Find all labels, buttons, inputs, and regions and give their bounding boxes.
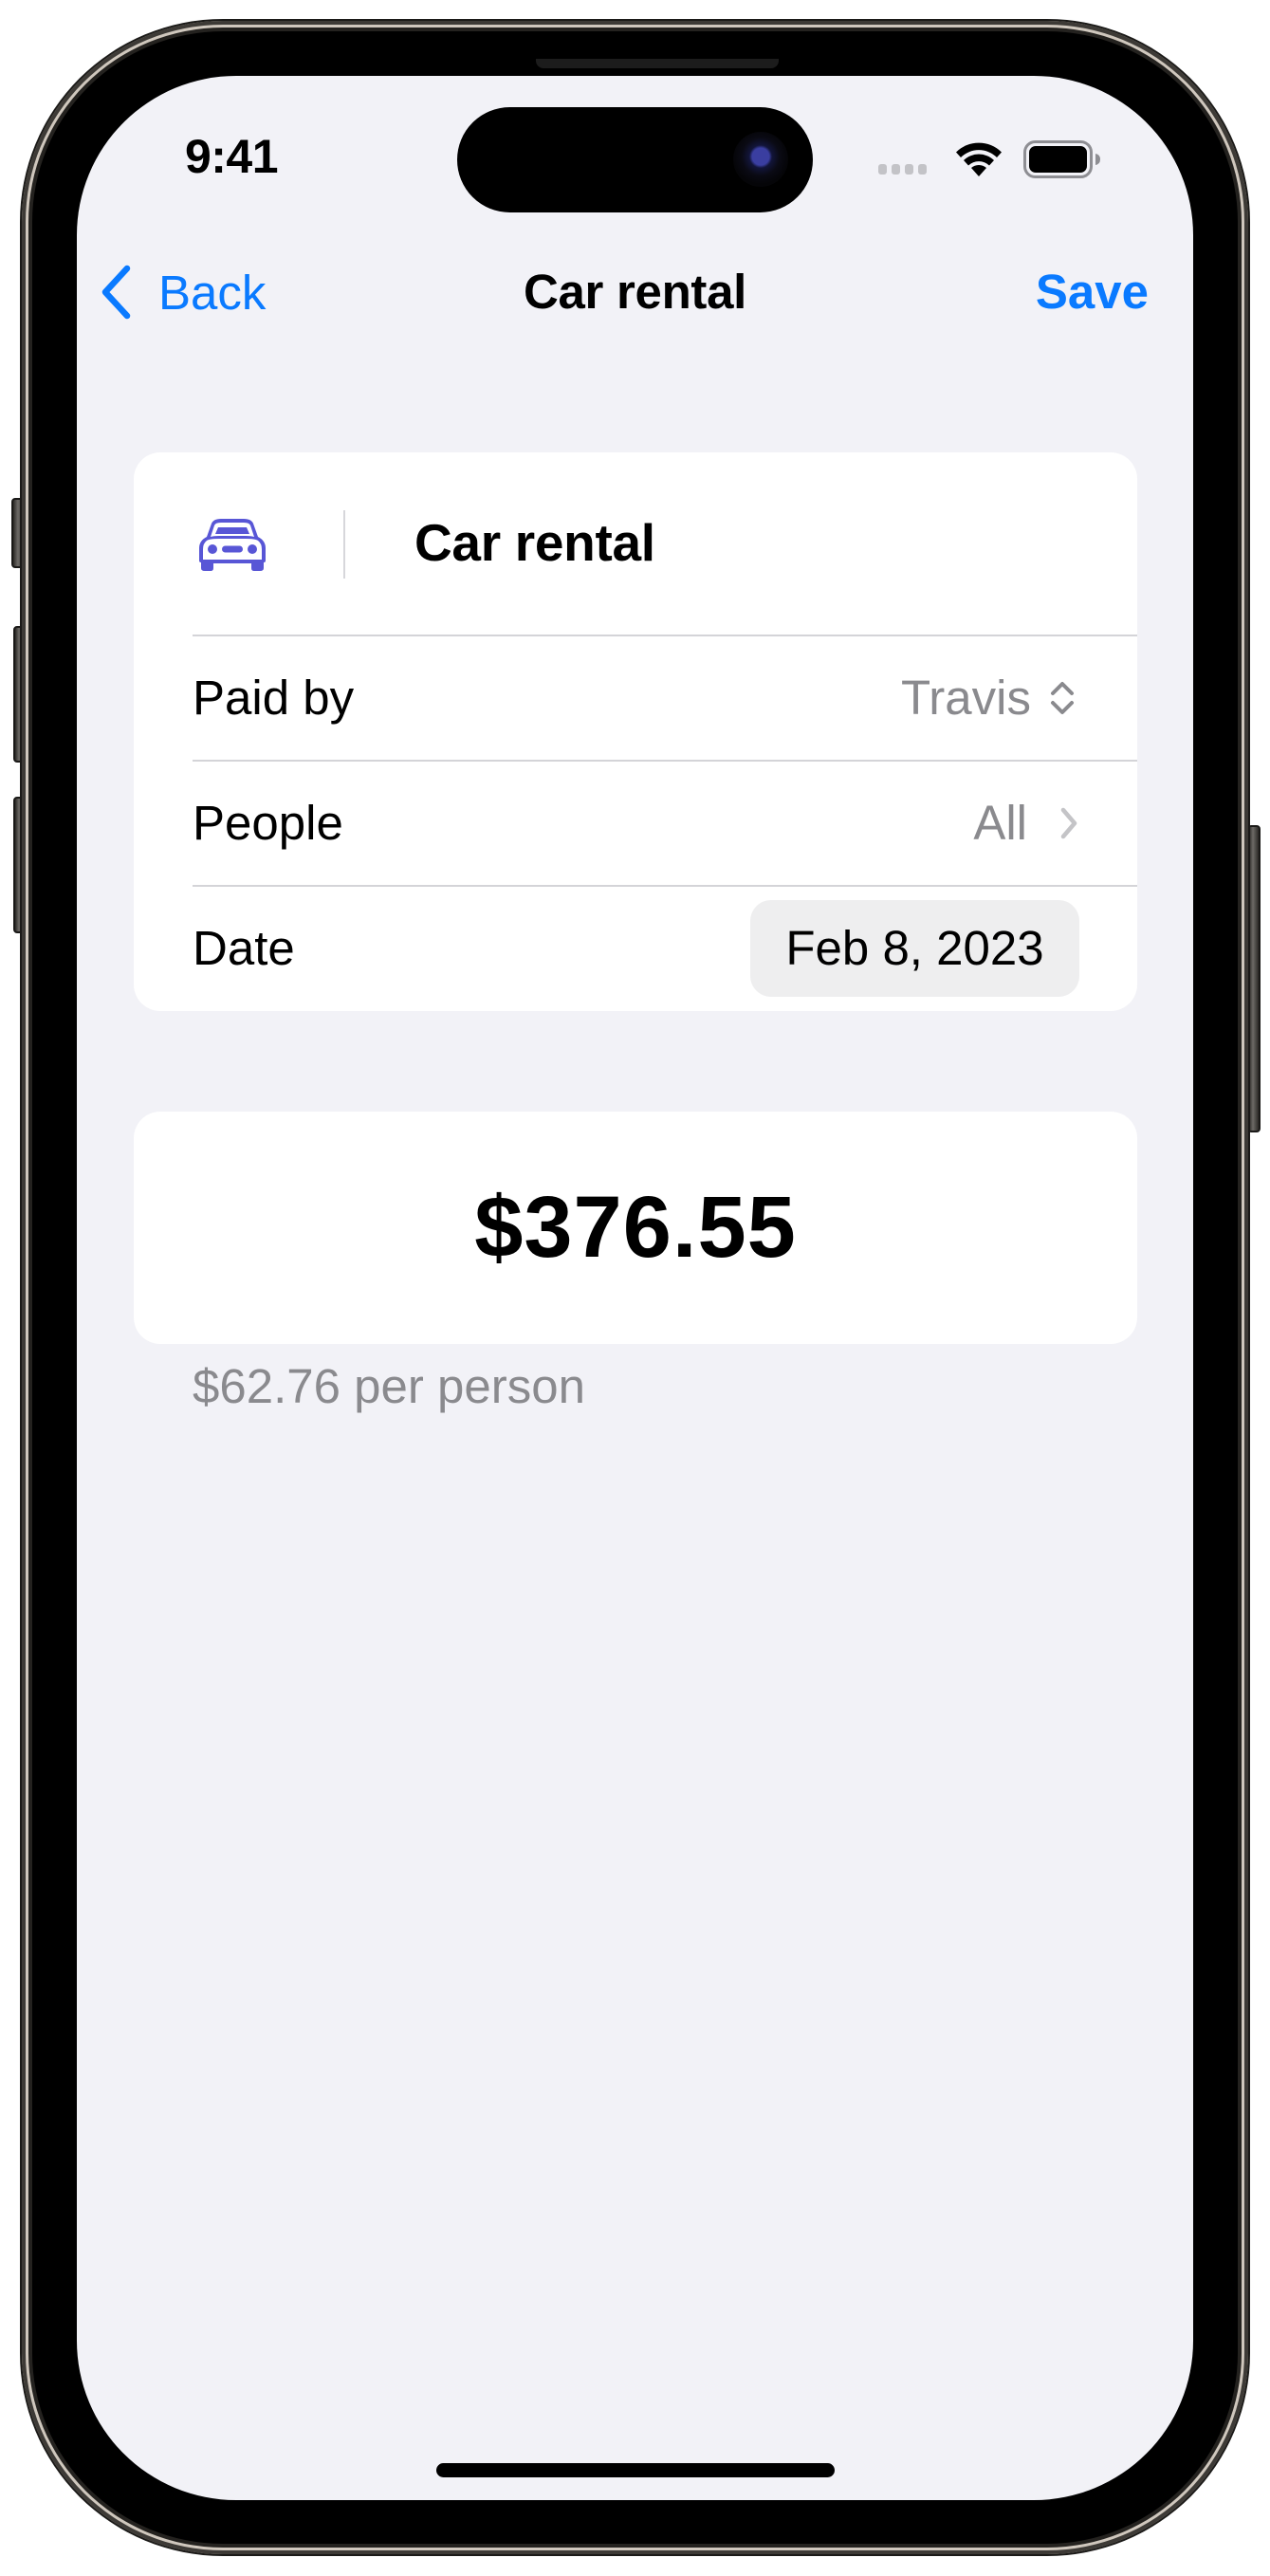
- earpiece-speaker: [536, 59, 779, 68]
- row-people[interactable]: People All: [134, 761, 1137, 885]
- car-icon[interactable]: [198, 518, 267, 572]
- save-button[interactable]: Save: [1036, 262, 1149, 322]
- front-camera-icon: [733, 132, 788, 187]
- dynamic-island: [457, 107, 813, 212]
- per-person-amount: $62.76 per person: [193, 1359, 585, 1413]
- amount-card: $376.55: [134, 1112, 1137, 1344]
- power-button: [1247, 825, 1261, 1132]
- people-selector[interactable]: All: [973, 761, 1137, 885]
- signal-dots-icon: [878, 164, 927, 175]
- people-value: All: [973, 796, 1027, 850]
- date-label: Date: [193, 921, 295, 975]
- people-label: People: [193, 796, 343, 850]
- date-picker-button[interactable]: Feb 8, 2023: [750, 900, 1079, 997]
- chevron-right-icon: [1060, 807, 1077, 838]
- page-title-text: Car rental: [523, 265, 747, 319]
- paid-by-value: Travis: [901, 671, 1031, 725]
- paid-by-label: Paid by: [193, 671, 355, 725]
- expense-title-field[interactable]: Car rental: [414, 511, 655, 574]
- row-paid-by[interactable]: Paid by Travis: [134, 635, 1137, 760]
- total-amount-field[interactable]: $376.55: [134, 1112, 1137, 1344]
- expense-details-card: Car rental Paid by Travis People All Dat…: [134, 452, 1137, 1011]
- battery-icon: [1023, 140, 1100, 178]
- home-indicator[interactable]: [436, 2463, 835, 2477]
- expense-title-row: Car rental: [134, 452, 1137, 635]
- wifi-icon: [956, 142, 1002, 176]
- chevron-up-down-icon: [1051, 681, 1074, 714]
- icon-title-divider: [343, 510, 345, 579]
- status-time-text: 9:41: [184, 130, 279, 183]
- paid-by-picker[interactable]: Travis: [901, 635, 1137, 760]
